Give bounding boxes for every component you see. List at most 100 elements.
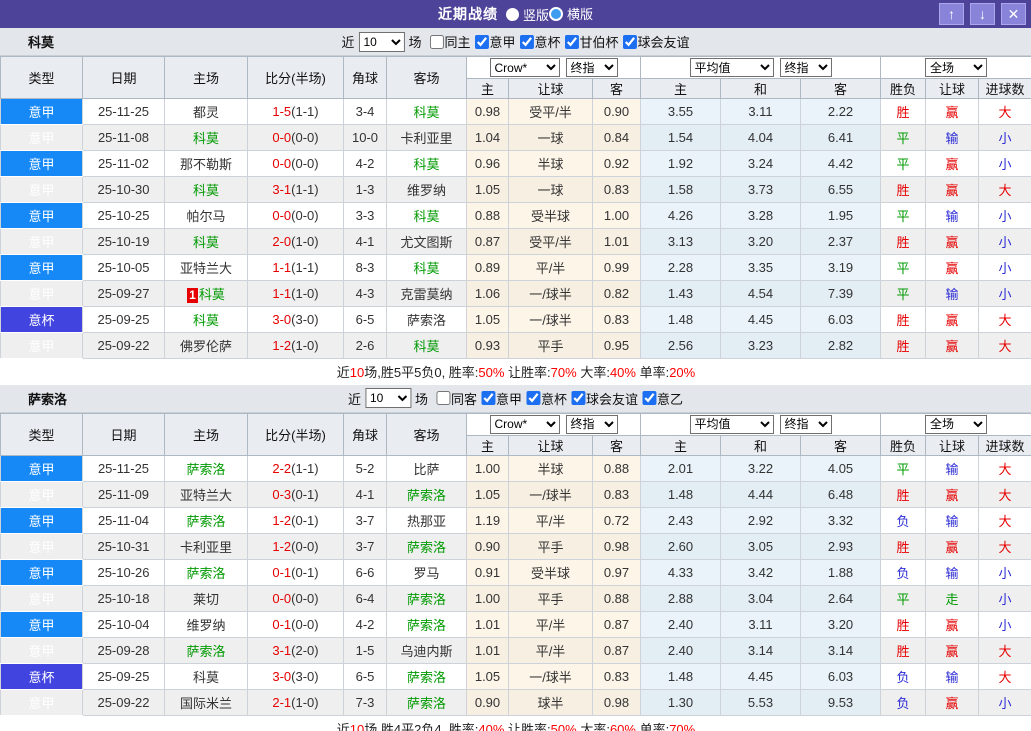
home-team-cell: 那不勒斯 xyxy=(164,150,248,177)
away-team-cell: 萨索洛 xyxy=(386,584,467,612)
wdl-result: 胜 xyxy=(880,228,927,255)
handicap-result-label: 输 xyxy=(945,209,959,224)
match-row: 意甲 25-10-25 帕尔马 0-0(0-0) 3-3 科莫 0.88 受半球 1.00 4.2… xyxy=(0,202,1031,229)
fulltime-score: 1-2 xyxy=(272,338,292,353)
euro-home-odds: 1.30 xyxy=(640,688,721,716)
league-checkbox-2[interactable] xyxy=(564,34,579,49)
handicap-home-odds: 1.05 xyxy=(466,480,509,508)
team-label: 罗马 xyxy=(413,565,440,581)
match-row: 意甲 25-09-22 国际米兰 2-1(1-0) 7-3 萨索洛 0.90 球半 0.98 1.… xyxy=(0,688,1031,716)
handicap-line: 一/球半 xyxy=(508,662,593,690)
league-filter-0[interactable]: 意甲 xyxy=(480,389,522,408)
team-label: 萨索洛 xyxy=(406,539,446,555)
home-team-cell: 科莫 xyxy=(164,176,248,203)
layout-radio-horizontal[interactable]: 横版 xyxy=(549,4,593,23)
handicap-result-label: 输 xyxy=(945,461,959,477)
recent-count-select[interactable]: 10 xyxy=(358,31,405,52)
team-label: 乌迪内斯 xyxy=(400,643,453,659)
league-filter-3[interactable]: 意乙 xyxy=(642,389,683,408)
score-cell: 1-5(1-1) xyxy=(247,98,344,125)
move-down-button[interactable]: ↓ xyxy=(970,3,995,25)
euro-draw-odds: 3.14 xyxy=(720,636,801,664)
move-up-icon: ↑ xyxy=(948,6,955,22)
col-header-0: 类型 xyxy=(0,412,83,456)
corner-cell: 1-3 xyxy=(343,176,387,203)
handicap-home-odds: 0.89 xyxy=(466,254,509,281)
goals-result: 大 xyxy=(978,532,1031,560)
col-header-4: 角球 xyxy=(343,56,387,99)
corner-cell: 4-1 xyxy=(343,480,387,508)
handicap-result: 输 xyxy=(925,454,980,482)
handicap-away-odds: 0.84 xyxy=(592,124,641,151)
final-index-select-2[interactable]: 终指 xyxy=(779,58,832,77)
handicap-result-label: 输 xyxy=(945,565,959,581)
euro-draw-odds: 2.92 xyxy=(720,506,801,534)
wdl-result: 胜 xyxy=(880,176,927,203)
same-venue-filter[interactable]: 同客 xyxy=(435,389,477,408)
same-venue-checkbox[interactable] xyxy=(429,34,444,49)
euro-draw-odds: 3.11 xyxy=(720,98,801,125)
wdl-result: 平 xyxy=(880,202,927,229)
match-filter: 近 10 场 同客 意甲 意杯 球会友谊 意乙 xyxy=(348,388,683,408)
corner-cell: 10-0 xyxy=(343,124,387,151)
euro-home-odds: 1.92 xyxy=(640,150,721,177)
league-checkbox-1[interactable] xyxy=(519,34,534,49)
league-filter-1[interactable]: 意杯 xyxy=(526,389,567,408)
league-filter-2[interactable]: 球会友谊 xyxy=(571,389,638,408)
same-venue-checkbox[interactable] xyxy=(435,391,450,405)
team-label: 热那亚 xyxy=(406,513,446,529)
home-team-cell: 都灵 xyxy=(164,98,248,125)
league-checkbox-3[interactable] xyxy=(642,391,657,405)
title-cluster: 近期战绩 竖版 横版 xyxy=(0,0,1031,28)
league-checkbox-3[interactable] xyxy=(622,34,637,49)
league-checkbox-0[interactable] xyxy=(480,391,495,405)
final-index-select[interactable]: 终指 xyxy=(565,414,618,434)
score-cell: 1-2(0-0) xyxy=(247,532,344,560)
goals-result-label: 小 xyxy=(998,591,1012,607)
goals-result-label: 小 xyxy=(998,695,1012,711)
league-checkbox-1[interactable] xyxy=(526,391,541,405)
date-cell: 25-10-25 xyxy=(82,202,165,229)
final-index-select-2[interactable]: 终指 xyxy=(779,414,832,434)
handicap-line: 平/半 xyxy=(508,636,593,664)
odds-provider-select[interactable]: Crow* xyxy=(489,414,560,434)
average-odds-select[interactable]: 平均值 xyxy=(689,414,774,434)
league-filter-1[interactable]: 意杯 xyxy=(519,32,561,51)
home-team-cell: 1 科莫 xyxy=(164,280,248,307)
league-checkbox-2[interactable] xyxy=(571,391,586,405)
match-scope-select[interactable]: 全场 xyxy=(925,58,988,77)
euro-draw-odds: 4.45 xyxy=(720,662,801,690)
final-index-select[interactable]: 终指 xyxy=(565,58,618,77)
layout-radio-vertical[interactable]: 竖版 xyxy=(505,5,549,24)
euro-home-odds: 2.01 xyxy=(640,454,721,482)
handicap-line: 受半球 xyxy=(508,558,593,586)
league-filter-0[interactable]: 意甲 xyxy=(474,32,516,51)
league-filter-2[interactable]: 甘伯杯 xyxy=(564,32,619,51)
league-filter-3[interactable]: 球会友谊 xyxy=(622,32,690,51)
average-odds-select[interactable]: 平均值 xyxy=(689,58,774,77)
sub-col-header-1: 让球 xyxy=(508,434,593,456)
halftime-score: (0-1) xyxy=(291,564,319,580)
goals-result-label: 小 xyxy=(998,565,1012,581)
sub-col-header-2: 客 xyxy=(592,434,641,456)
match-scope-select[interactable]: 全场 xyxy=(925,414,988,434)
league-checkbox-0[interactable] xyxy=(474,34,489,49)
team-section-bar: 萨索洛 近 10 场 同客 意甲 意杯 球会友谊 意乙 xyxy=(0,384,1031,413)
col-header-5: 客场 xyxy=(386,412,467,456)
close-button[interactable]: ✕ xyxy=(1001,3,1026,25)
date-cell: 25-10-26 xyxy=(82,558,165,586)
recent-count-select[interactable]: 10 xyxy=(364,388,411,408)
score-cell: 0-0(0-0) xyxy=(247,124,344,151)
move-up-button[interactable]: ↑ xyxy=(939,3,964,25)
odds-provider-select[interactable]: Crow* xyxy=(489,58,560,77)
wdl-result: 平 xyxy=(880,280,927,307)
team-label: 克雷莫纳 xyxy=(400,287,453,302)
summary-segment: 近 xyxy=(336,721,350,731)
halftime-score: (1-0) xyxy=(291,694,319,710)
league-cell: 意甲 xyxy=(0,688,83,716)
same-venue-filter[interactable]: 同主 xyxy=(429,32,470,51)
away-team-cell: 科莫 xyxy=(386,254,467,281)
euro-draw-odds: 4.04 xyxy=(720,124,801,151)
match-row: 意甲 25-10-04 维罗纳 0-1(0-0) 4-2 萨索洛 1.01 平/半 0.87 2.… xyxy=(0,610,1031,638)
team-label: 科莫 xyxy=(192,235,219,250)
